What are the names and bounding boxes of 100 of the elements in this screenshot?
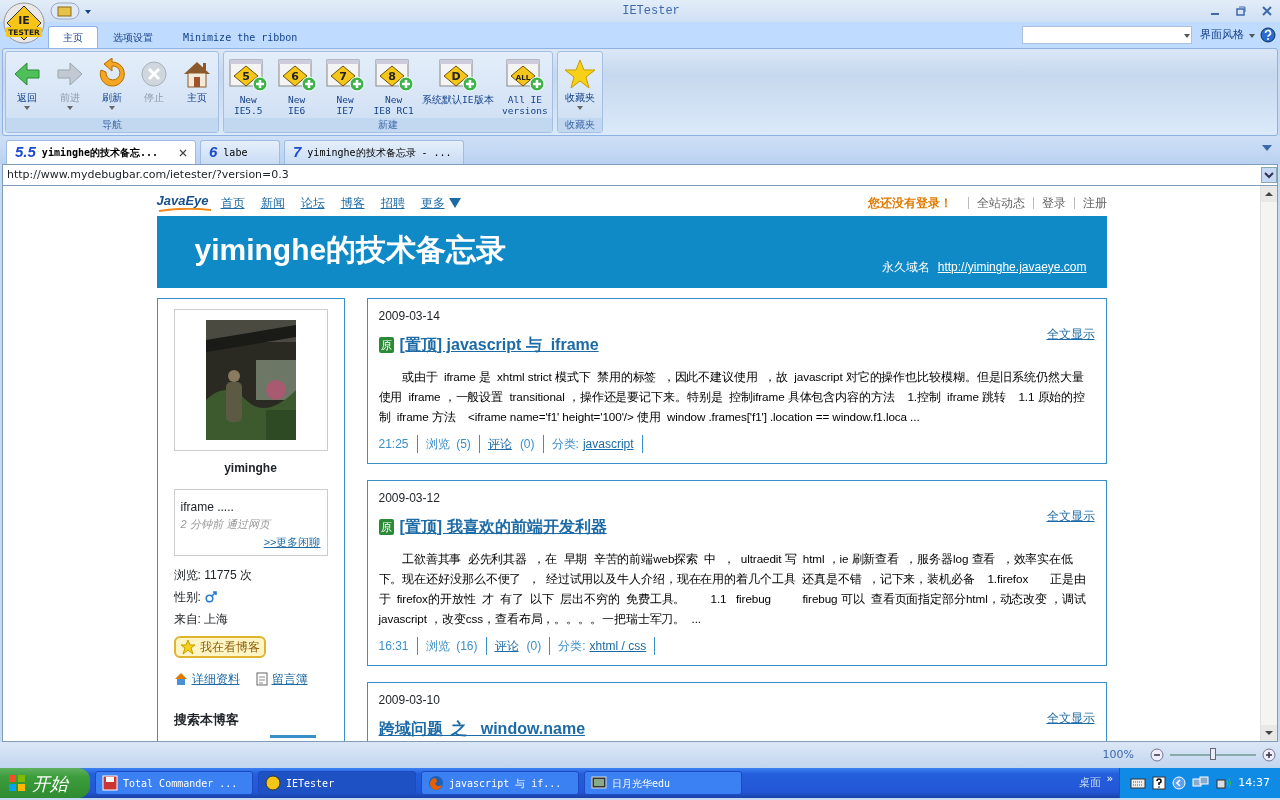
- watching-button[interactable]: 我在看博客: [173, 635, 266, 658]
- slider-thumb[interactable]: [1210, 748, 1216, 760]
- nav-link[interactable]: 论坛: [300, 194, 325, 212]
- ribbon-button[interactable]: 刷新: [93, 56, 130, 118]
- ribbon-button[interactable]: D 系统默认IE版本: [420, 56, 496, 118]
- nav-link[interactable]: 更多: [420, 194, 445, 212]
- help-icon[interactable]: [1260, 27, 1276, 43]
- dropdown-arrow-icon[interactable]: [107, 103, 116, 111]
- nav-link[interactable]: 招聘: [380, 194, 405, 212]
- full-text-link[interactable]: 全文显示: [1046, 325, 1095, 343]
- help-icon[interactable]: [1152, 776, 1167, 790]
- network-icon[interactable]: [1192, 776, 1211, 790]
- taskbar-button[interactable]: Total Commander ...: [95, 771, 253, 795]
- close-icon[interactable]: [1262, 6, 1272, 16]
- post-time: 21:25: [378, 435, 418, 453]
- zoom-in-icon[interactable]: [1262, 748, 1276, 762]
- scroll-up-icon[interactable]: [1261, 186, 1277, 202]
- scrollbar[interactable]: [1260, 186, 1277, 741]
- comment-count: (0): [519, 436, 535, 453]
- dropdown-arrow-icon[interactable]: [1248, 31, 1256, 39]
- ribbon-tab[interactable]: Minimize the ribbon: [168, 26, 313, 48]
- post-date: 2009-03-12: [378, 490, 441, 507]
- dropdown-arrow-icon[interactable]: [84, 7, 92, 15]
- ribbon-button[interactable]: 8 New IE8 RC1: [371, 56, 416, 118]
- floppy-icon: [102, 775, 118, 791]
- ribbon-button[interactable]: 返回: [9, 56, 46, 118]
- ribbon-tab[interactable]: 主页: [48, 26, 98, 48]
- comment-count: (0): [526, 638, 542, 655]
- ribbon-button[interactable]: 主页: [178, 56, 215, 118]
- style-menu[interactable]: 界面风格: [1200, 26, 1244, 44]
- desktop-toolbar[interactable]: 桌面: [1078, 774, 1101, 792]
- more-chevron[interactable]: »: [1106, 770, 1114, 788]
- group-label: 导航: [6, 118, 218, 132]
- full-text-link[interactable]: 全文显示: [1046, 709, 1095, 727]
- post-time: 16:31: [378, 637, 418, 655]
- category-label: 分类:: [551, 436, 579, 453]
- taskbar-button[interactable]: IETester: [258, 771, 416, 795]
- profile-link[interactable]: 留言簿: [271, 669, 308, 688]
- zoom-out-icon[interactable]: [1150, 748, 1164, 762]
- domain-link[interactable]: http://yiminghe.javaeye.com: [937, 258, 1087, 276]
- version-label: 6: [209, 142, 218, 163]
- group-label: 收藏夹: [558, 118, 602, 132]
- expand-icon[interactable]: [1172, 776, 1187, 790]
- domain-label: 永久域名: [881, 259, 930, 276]
- post-excerpt: 工欲善其事 必先利其器 ，在 早期 辛苦的前端web探索 中 ， ultraedit 写 html ，ie 刷新查看 ，服务器log 查看 ，效率实在低下。现在还好没那么不便了 ， 经过试用以及牛人介绍，现在在用的着几个工具 还真是不错 ，记下来，装机必备 1.firefox 正是由于 firefox的开放性 才 有了 以下 层出不穷的 免费工具。 1.1 firebug firebug 可以 查看页面指定部分html，动态改变 ，调试javascript ，改变css，查看布局，。。。。一把瑞士军刀。 ...: [378, 551, 1087, 627]
- nav-link[interactable]: 博客: [340, 194, 365, 212]
- gender-label: 性别:: [173, 588, 201, 606]
- login-notice: 您还没有登录！: [867, 195, 952, 212]
- original-tag: 原: [378, 518, 394, 536]
- comments-link[interactable]: 评论: [494, 637, 519, 655]
- scroll-down-icon[interactable]: [1261, 725, 1277, 741]
- ribbon-button[interactable]: 6 New IE6: [274, 56, 319, 118]
- post-date: 2009-03-14: [378, 308, 441, 325]
- profile-link[interactable]: 详细资料: [191, 669, 240, 688]
- dropdown-arrow-icon[interactable]: [1183, 31, 1191, 39]
- dropdown-arrow-icon[interactable]: [1262, 144, 1272, 151]
- category-link[interactable]: javascript: [582, 435, 634, 453]
- start-button[interactable]: 开始: [0, 768, 90, 798]
- user-link[interactable]: 登录: [1041, 194, 1066, 212]
- taskbar-button[interactable]: 日月光华edu: [584, 771, 742, 795]
- ribbon-tab[interactable]: 选项设置: [98, 26, 168, 48]
- more-chat-link[interactable]: >>更多闲聊: [263, 535, 321, 548]
- ribbon-button[interactable]: 7 New IE7: [323, 56, 368, 118]
- user-link[interactable]: 注册: [1082, 194, 1107, 212]
- zoom-level: 100%: [1102, 746, 1134, 763]
- javaeye-logo[interactable]: JavaEye: [156, 194, 213, 212]
- post-title[interactable]: [置顶] 我喜欢的前端开发利器: [399, 515, 607, 539]
- windows-logo-icon: [8, 774, 26, 792]
- clock: 14:37: [1238, 774, 1270, 791]
- address-field[interactable]: http://www.mydebugbar.com/ietester/?version=0.3: [2, 164, 1278, 186]
- close-icon[interactable]: [179, 148, 187, 157]
- taskbar-button[interactable]: javascript 与 if...: [421, 771, 579, 795]
- browser-tab[interactable]: 6 labe: [200, 140, 280, 164]
- dropdown-arrow-icon[interactable]: [23, 103, 32, 111]
- username: yiminghe: [223, 460, 278, 477]
- ribbon-button[interactable]: 收藏夹: [562, 56, 598, 118]
- category-link[interactable]: xhtml / css: [589, 637, 647, 655]
- post-date: 2009-03-10: [378, 692, 441, 709]
- post-excerpt: 或由于 iframe 是 xhtml strict 模式下 禁用的标签 ，因此不建议使用 ，故 javascript 对它的操作也比较模糊。但是旧系统仍然大量使用 iframe ，一般设置 transitional ，操作还是要记下来。特别是 控制iframe 具体包含内容的方法 1.控制 iframe 跳转 1.1 原始的控制 iframe 方法 <iframe name='f1' height='100'/> 使用 window .frames['f1'] .location == window.f1.loca ...: [378, 369, 1087, 425]
- blog-title: yiminghe的技术备忘录: [194, 231, 507, 268]
- view-count: 浏览 (16): [417, 637, 487, 655]
- post-title[interactable]: 跨域问题 之 window.name: [378, 717, 586, 741]
- comments-link[interactable]: 评论: [487, 435, 512, 453]
- dropdown-arrow-icon[interactable]: [448, 198, 461, 208]
- nav-link[interactable]: 新闻: [260, 194, 285, 212]
- browser-tab[interactable]: 5.5 yiminghe的技术备忘...: [6, 140, 196, 164]
- user-link[interactable]: 全站动态: [976, 194, 1025, 212]
- browser-tab[interactable]: 7 yiminghe的技术备忘录 - ...: [284, 140, 464, 164]
- post-title[interactable]: [置顶] javascript 与 iframe: [399, 333, 599, 357]
- nav-link[interactable]: 首页: [220, 194, 245, 212]
- version-label: 7: [293, 142, 302, 163]
- keyboard-icon[interactable]: [1130, 777, 1147, 789]
- full-text-link[interactable]: 全文显示: [1046, 507, 1095, 525]
- restore-icon[interactable]: [1236, 6, 1246, 16]
- monitor-icon: [591, 775, 607, 791]
- house-icon: [173, 671, 188, 686]
- wireless-icon[interactable]: [1216, 776, 1233, 790]
- group-label: 新建: [224, 118, 552, 132]
- dropdown-arrow-icon[interactable]: [576, 103, 584, 111]
- ribbon-button[interactable]: 5 New IE5.5: [226, 56, 271, 118]
